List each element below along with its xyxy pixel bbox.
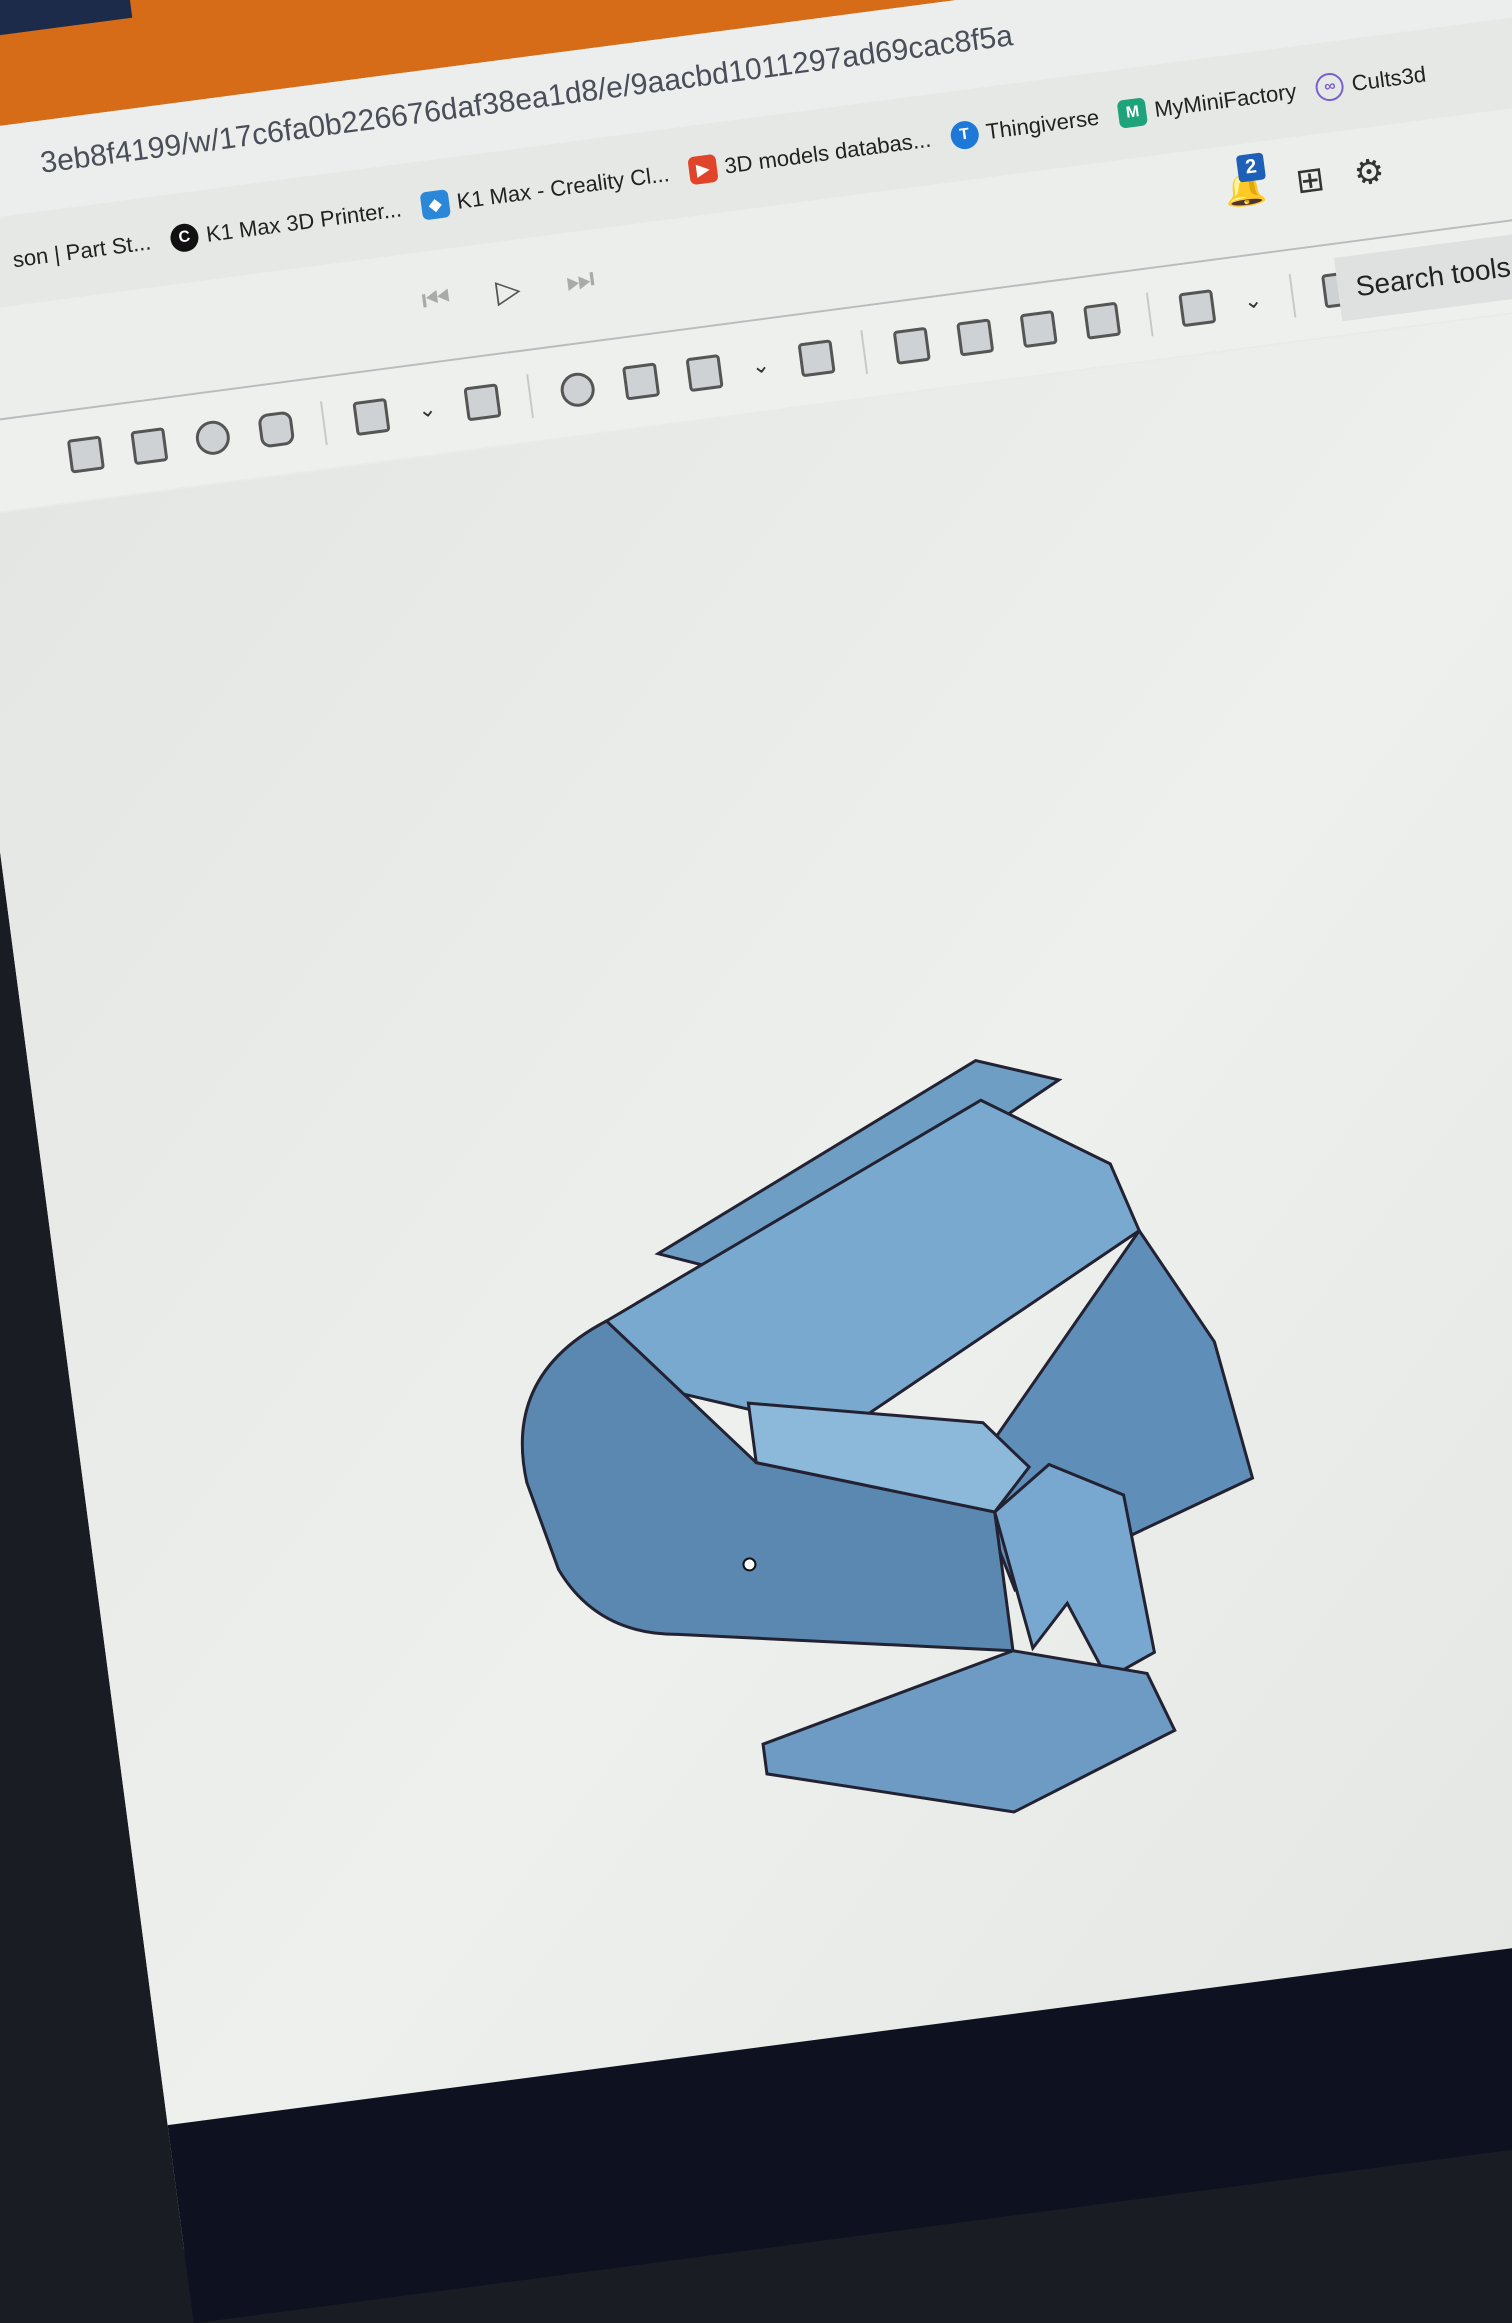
bookmark-label: Cults3d — [1350, 61, 1428, 97]
bookmark-label: K1 Max - Creality Cl... — [455, 161, 671, 214]
boolean-tool-icon[interactable] — [559, 370, 598, 409]
bookmark-part-studio[interactable]: son | Part St... — [11, 229, 152, 273]
sketch-point — [742, 1557, 757, 1572]
chevron-down-icon[interactable]: ⌄ — [1242, 287, 1264, 315]
loft-tool-icon[interactable] — [193, 418, 232, 457]
notification-badge: 2 — [1235, 152, 1267, 183]
divider — [1145, 292, 1154, 337]
app-store-icon[interactable]: ⊞ — [1293, 159, 1327, 202]
split-tool-icon[interactable] — [622, 362, 661, 401]
chevron-down-icon[interactable]: ⌄ — [416, 396, 438, 424]
delete-part-icon[interactable] — [797, 339, 836, 378]
bookmark-label: K1 Max 3D Printer... — [204, 196, 404, 247]
transform-tool-icon[interactable] — [685, 353, 725, 393]
settings-icon[interactable]: ⚙ — [1351, 151, 1387, 195]
cults-icon: ∞ — [1314, 71, 1346, 103]
play-icon[interactable]: ▷ — [493, 270, 523, 311]
skip-forward-icon[interactable]: ⏭ — [564, 260, 598, 301]
history-player: ⏮ ▷ ⏭ — [419, 260, 597, 320]
bookmark-cults3d[interactable]: ∞ Cults3d — [1314, 61, 1427, 103]
move-face-icon[interactable] — [1019, 310, 1058, 349]
header-actions: 🔔 2 ⊞ ⚙ — [1222, 151, 1387, 212]
divider — [526, 374, 535, 418]
divider — [1288, 273, 1297, 318]
thicken-tool-icon[interactable] — [257, 410, 296, 449]
bookmark-label: Thingiverse — [984, 104, 1101, 145]
divider — [860, 330, 868, 375]
myminifactory-icon: M — [1117, 97, 1149, 129]
delete-face-icon[interactable] — [956, 318, 995, 357]
shell-tool-icon[interactable] — [463, 383, 503, 422]
bookmark-myminifactory[interactable]: M MyMiniFactory — [1117, 78, 1298, 129]
printables-icon: ▶ — [687, 153, 719, 186]
revolve-tool-icon[interactable] — [66, 435, 105, 474]
notifications-button[interactable]: 🔔 2 — [1222, 152, 1269, 211]
bookmark-k1-max-printer[interactable]: C K1 Max 3D Printer... — [168, 195, 404, 254]
chevron-down-icon[interactable]: ⌄ — [750, 352, 772, 380]
bookmark-label: 3D models databas... — [722, 126, 933, 179]
screen: 3eb8f4199/w/17c6fa0b226676daf38ea1d8/e/9… — [0, 0, 1512, 2323]
sweep-tool-icon[interactable] — [130, 427, 169, 466]
plane-tool-icon[interactable] — [1178, 289, 1217, 328]
bookmark-thingiverse[interactable]: T Thingiverse — [948, 104, 1101, 151]
bookmark-label: MyMiniFactory — [1152, 78, 1298, 122]
part-3d-model[interactable] — [366, 912, 1376, 1922]
graphics-area[interactable]: ⬉ — [0, 284, 1512, 2126]
bookmark-printables[interactable]: ▶ 3D models databas... — [687, 126, 932, 186]
replace-face-icon[interactable] — [1082, 301, 1122, 340]
fillet-tool-icon[interactable] — [352, 397, 391, 437]
modify-fillet-icon[interactable] — [892, 326, 931, 365]
divider — [320, 401, 328, 446]
skip-back-icon[interactable]: ⏮ — [419, 279, 453, 320]
thingiverse-icon: T — [948, 119, 981, 151]
creality-cloud-icon: ◆ — [419, 189, 451, 221]
bookmark-label: son | Part St... — [11, 229, 153, 273]
creality-c-icon: C — [168, 222, 201, 254]
bookmark-creality-cloud[interactable]: ◆ K1 Max - Creality Cl... — [419, 160, 671, 221]
